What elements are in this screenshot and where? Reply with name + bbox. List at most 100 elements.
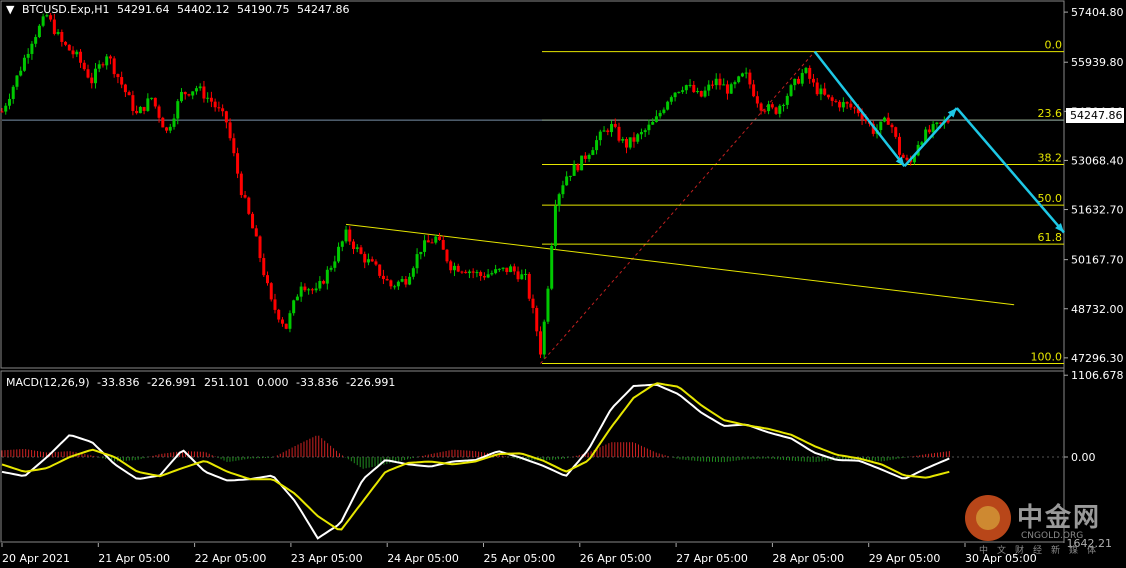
candle-body xyxy=(524,273,528,275)
macd-tick-label: 1106.678 xyxy=(1071,369,1124,382)
candle-body xyxy=(41,16,45,26)
time-tick-label: 23 Apr 05:00 xyxy=(291,552,363,565)
candle-body xyxy=(576,164,580,171)
candle-body xyxy=(60,32,64,42)
candle-body xyxy=(179,91,183,102)
candle-body xyxy=(606,130,610,133)
candle-body xyxy=(834,100,838,102)
candle-body xyxy=(595,140,599,151)
candle-body xyxy=(531,298,535,308)
macd-value: -33.836 xyxy=(97,376,140,389)
candle-body xyxy=(251,213,255,229)
candle-body xyxy=(696,91,700,93)
candle-body xyxy=(830,97,834,101)
candle-body xyxy=(598,131,602,141)
candle-body xyxy=(591,150,595,155)
price-tick-label: 55939.80 xyxy=(1071,56,1124,69)
candle-body xyxy=(266,275,269,284)
candle-body xyxy=(565,176,569,186)
candle-body xyxy=(228,122,232,139)
candle-body xyxy=(430,242,434,244)
candle-body xyxy=(797,78,800,84)
candle-body xyxy=(411,268,415,277)
candle-body xyxy=(894,127,898,137)
candle-body xyxy=(658,112,662,117)
candle-body xyxy=(793,78,797,86)
candle-body xyxy=(366,259,370,263)
candle-body xyxy=(800,72,804,84)
candle-body xyxy=(97,64,101,69)
chart-canvas[interactable]: 57404.8055939.8054504.1053068.4051632.70… xyxy=(0,0,1126,568)
candle-body xyxy=(946,120,950,123)
watermark-title: 中金网 xyxy=(1017,503,1102,533)
candle-body xyxy=(355,247,359,249)
candle-body xyxy=(699,91,703,97)
candle-body xyxy=(486,274,490,278)
candle-body xyxy=(419,251,423,255)
candle-body xyxy=(396,281,400,287)
candle-body xyxy=(22,57,26,71)
candle-body xyxy=(931,124,935,133)
candle-body xyxy=(423,240,427,252)
candle-body xyxy=(703,90,707,97)
macd-value: 251.101 xyxy=(203,376,250,389)
candle-body xyxy=(105,56,109,66)
candle-body xyxy=(236,153,240,174)
candle-body xyxy=(886,117,890,125)
forecast-arrow-segment xyxy=(903,107,958,168)
candle-body xyxy=(247,197,251,214)
candle-body xyxy=(292,300,296,314)
candle-body xyxy=(897,136,901,155)
candle-body xyxy=(901,154,905,158)
candle-body xyxy=(778,105,782,114)
candle-body xyxy=(221,108,225,112)
candle-body xyxy=(329,267,333,270)
candle-body xyxy=(37,25,41,38)
candle-body xyxy=(194,88,198,92)
candle-body xyxy=(108,56,112,59)
candle-body xyxy=(299,286,303,297)
candle-body xyxy=(651,121,655,125)
time-tick-label: 29 Apr 05:00 xyxy=(869,552,941,565)
candle-body xyxy=(138,106,142,114)
candle-body xyxy=(232,138,236,154)
ohlc-open: 54291.64 xyxy=(116,3,170,16)
candle-body xyxy=(905,157,909,160)
candle-body xyxy=(340,241,344,247)
fib-level-label: 23.6 xyxy=(1038,107,1063,120)
candle-body xyxy=(636,134,640,142)
candle-body xyxy=(561,185,565,195)
candle-body xyxy=(82,62,86,70)
candle-body xyxy=(740,73,744,77)
candle-body xyxy=(568,175,572,177)
candle-body xyxy=(243,195,247,198)
candle-body xyxy=(385,279,389,281)
fib-level-label: 61.8 xyxy=(1038,231,1063,244)
candle-body xyxy=(112,58,116,75)
ohlc-low: 54190.75 xyxy=(236,3,290,16)
dropdown-triangle-icon[interactable]: ▼ xyxy=(6,3,14,16)
candle-body xyxy=(456,265,460,272)
candle-body xyxy=(677,91,681,93)
candle-body xyxy=(550,245,554,289)
candle-body xyxy=(535,307,539,332)
time-tick-label: 28 Apr 05:00 xyxy=(772,552,844,565)
candle-body xyxy=(4,105,8,112)
candle-body xyxy=(759,103,763,111)
candle-body xyxy=(838,101,842,108)
candle-body xyxy=(748,72,752,85)
candle-body xyxy=(153,97,157,107)
candle-body xyxy=(527,273,531,299)
candle-body xyxy=(75,51,79,55)
candle-body xyxy=(15,75,19,87)
candle-body xyxy=(441,239,445,250)
fib-level-label: 38.2 xyxy=(1038,151,1063,164)
macd-value: -226.991 xyxy=(147,376,197,389)
candle-body xyxy=(254,228,258,237)
watermark-url: CNGOLD.ORG xyxy=(1021,531,1084,541)
candle-body xyxy=(774,107,778,114)
candle-body xyxy=(224,111,228,123)
candle-body xyxy=(490,273,494,275)
candle-body xyxy=(348,229,352,242)
candle-body xyxy=(710,84,714,86)
